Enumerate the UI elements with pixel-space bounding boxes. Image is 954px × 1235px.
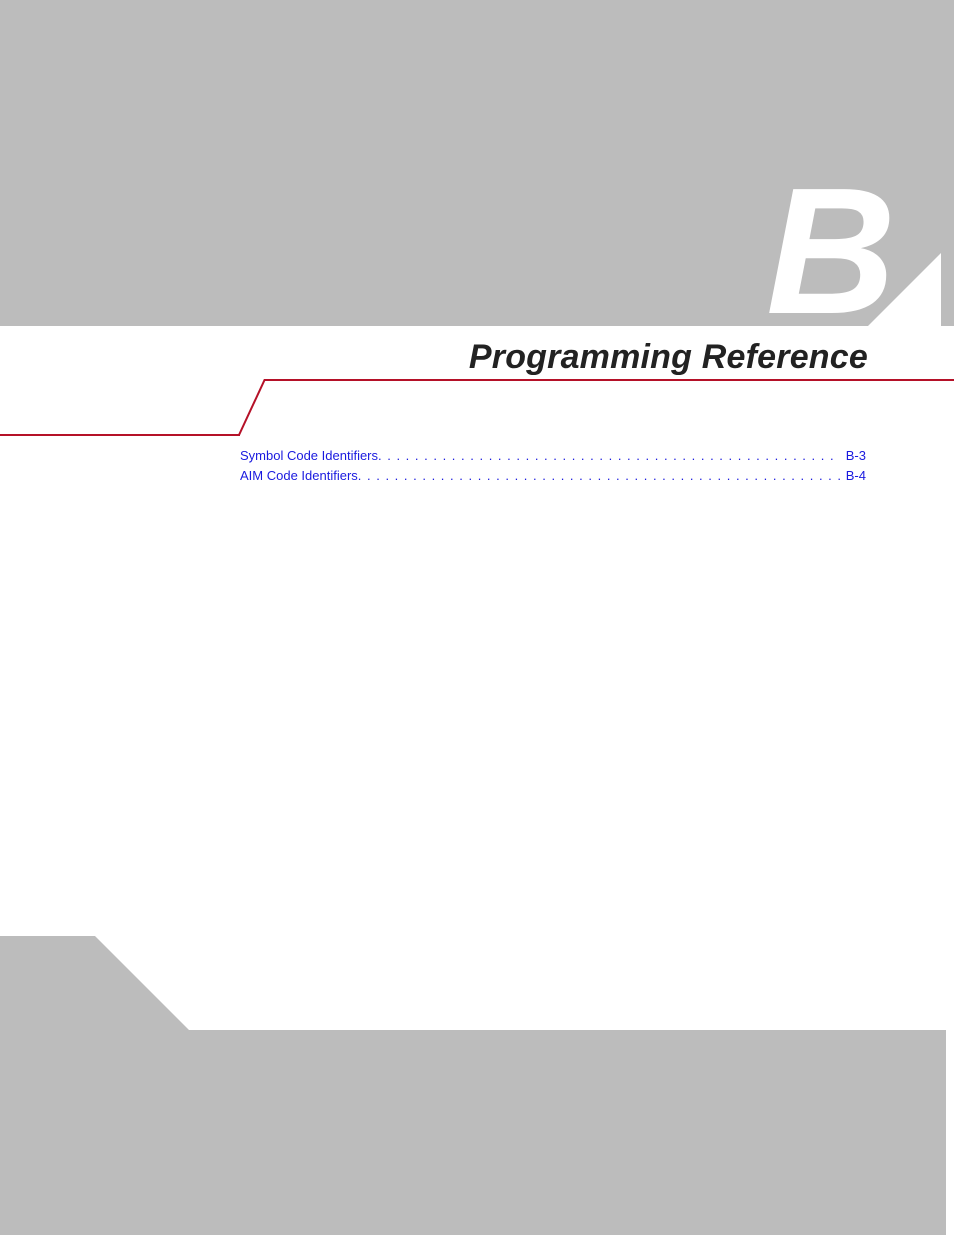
table-of-contents: Symbol Code Identifiers B-3 AIM Code Ide…: [240, 446, 866, 486]
title-rule-lower: [0, 434, 240, 436]
document-page: B Programming Reference Symbol Code Iden…: [0, 0, 954, 1235]
title-rule-diagonal: [238, 379, 278, 435]
page-title: Programming Reference: [469, 338, 868, 377]
toc-leader-dots: [378, 446, 840, 466]
content-background: [0, 326, 954, 936]
toc-entry-label: AIM Code Identifiers: [240, 466, 358, 486]
footer-right-margin: [946, 1030, 954, 1235]
appendix-letter: B: [766, 162, 892, 342]
footer-cut-band: [189, 936, 954, 1030]
footer-cut-angle: [95, 936, 189, 1030]
toc-leader-dots: [358, 466, 840, 486]
toc-entry[interactable]: AIM Code Identifiers B-4: [240, 466, 866, 486]
toc-entry-label: Symbol Code Identifiers: [240, 446, 378, 466]
toc-entry[interactable]: Symbol Code Identifiers B-3: [240, 446, 866, 466]
toc-entry-page: B-3: [840, 446, 866, 466]
toc-entry-page: B-4: [840, 466, 866, 486]
title-rule-upper: [264, 379, 954, 381]
